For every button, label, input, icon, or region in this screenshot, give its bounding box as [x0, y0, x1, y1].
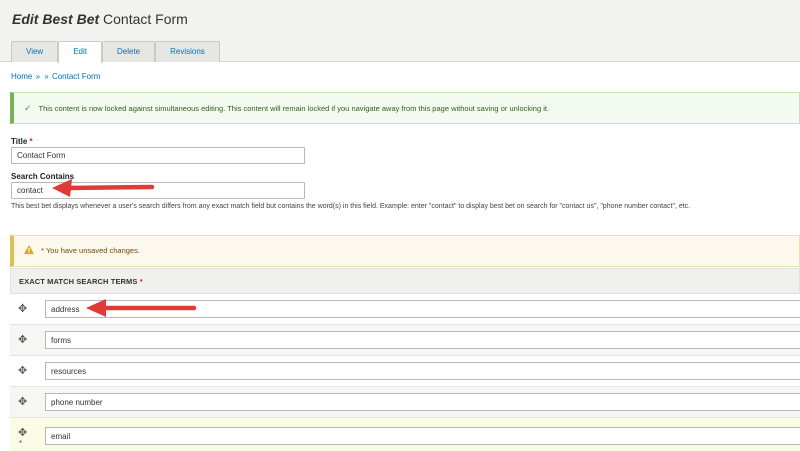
table-row: ✥ [10, 325, 800, 356]
title-name: Contact Form [103, 11, 188, 27]
title-label-text: Title [11, 137, 28, 146]
breadcrumb-separator: » [35, 72, 41, 81]
tab-edit[interactable]: Edit [58, 41, 102, 63]
table-row: ✥ [10, 387, 800, 418]
exact-match-input[interactable] [45, 393, 800, 411]
title-prefix: Edit [12, 11, 39, 27]
page-header: Edit Best Bet Contact Form View Edit Del… [0, 0, 800, 63]
drag-handle-icon[interactable]: ✥ [18, 333, 27, 346]
primary-tabs: View Edit Delete Revisions [11, 41, 220, 63]
status-text: This content is now locked against simul… [38, 104, 550, 113]
required-marker: * [139, 277, 143, 286]
breadcrumb-home[interactable]: Home [11, 72, 32, 81]
breadcrumb-separator: » [44, 72, 49, 81]
table-row: ✥ [10, 356, 800, 387]
exact-match-input[interactable] [45, 427, 800, 445]
exact-match-input[interactable] [45, 362, 800, 380]
search-contains-input[interactable] [11, 182, 305, 199]
warning-text: You have unsaved changes. [45, 246, 140, 255]
warning-icon [24, 245, 34, 254]
title-label: Title * [11, 137, 33, 146]
warning-message: * You have unsaved changes. [10, 235, 800, 267]
search-contains-description: This best bet displays whenever a user's… [11, 203, 691, 210]
exact-match-header-text: EXACT MATCH SEARCH TERMS [19, 277, 138, 286]
tab-revisions[interactable]: Revisions [155, 41, 220, 62]
required-marker: * [29, 137, 33, 146]
table-row: ✥ [10, 294, 800, 325]
page-title: Edit Best Bet Contact Form [12, 11, 188, 27]
title-input[interactable] [11, 147, 305, 164]
drag-handle-icon[interactable]: ✥ [18, 364, 27, 377]
exact-match-header: EXACT MATCH SEARCH TERMS * [10, 268, 800, 294]
breadcrumb-current[interactable]: Contact Form [52, 72, 100, 81]
drag-handle-icon[interactable]: ✥ [18, 302, 27, 315]
breadcrumb: Home » » Contact Form [11, 72, 100, 81]
exact-match-input[interactable] [45, 300, 800, 318]
changed-marker: * [19, 439, 23, 448]
exact-match-table: EXACT MATCH SEARCH TERMS * ✥ ✥ ✥ ✥ ✥ * [10, 268, 800, 451]
exact-match-input[interactable] [45, 331, 800, 349]
tab-delete[interactable]: Delete [102, 41, 156, 62]
status-message: ✓ This content is now locked against sim… [10, 92, 800, 124]
drag-handle-icon[interactable]: ✥ [18, 426, 27, 439]
table-row: ✥ * [10, 418, 800, 451]
search-contains-label: Search Contains [11, 172, 75, 181]
warning-marker: * [41, 246, 45, 255]
tab-view[interactable]: View [11, 41, 59, 62]
drag-handle-icon[interactable]: ✥ [18, 395, 27, 408]
title-type: Best Bet [42, 11, 100, 27]
checkmark-icon: ✓ [24, 103, 32, 113]
